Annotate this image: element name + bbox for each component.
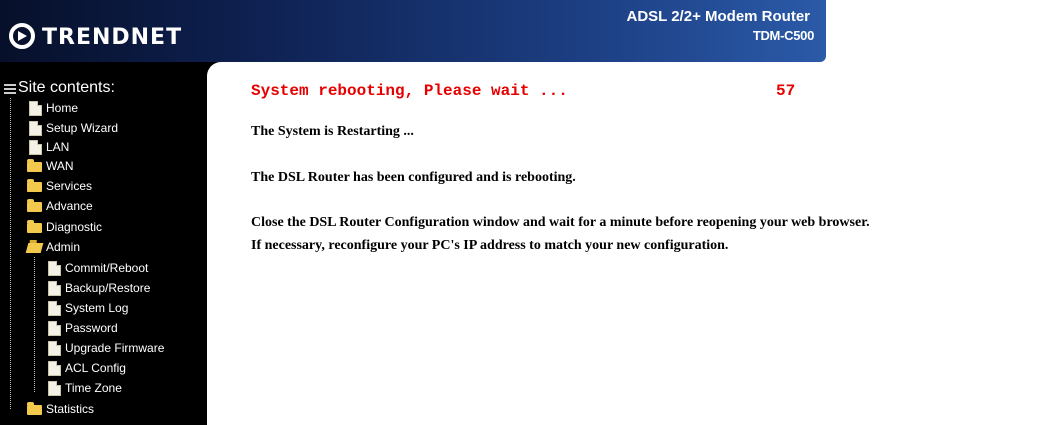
tree-line	[34, 257, 35, 392]
sidebar-item-admin[interactable]: Admin	[25, 237, 81, 257]
sidebar-item-label: Time Zone	[65, 381, 122, 395]
sidebar-item-acl-config[interactable]: ACL Config	[46, 358, 126, 378]
sidebar-item-upgrade-firmware[interactable]: Upgrade Firmware	[46, 338, 164, 358]
sidebar-title: Site contents:	[18, 79, 115, 96]
sidebar-item-setup-wizard[interactable]: Setup Wizard	[27, 118, 118, 138]
sidebar-item-label: Statistics	[46, 402, 95, 416]
main-content: System rebooting, Please wait ... 57 The…	[221, 66, 1051, 425]
document-icon	[46, 381, 62, 396]
sidebar-item-statistics[interactable]: Statistics	[27, 399, 94, 419]
sidebar-item-label: Diagnostic	[46, 220, 103, 234]
sidebar-item-label: LAN	[46, 140, 70, 154]
product-line: ADSL 2/2+ Modem Router	[626, 8, 810, 25]
sidebar-item-label: Advance	[46, 199, 93, 213]
tree-line	[10, 98, 11, 409]
sidebar-item-label: Backup/Restore	[65, 281, 151, 295]
sidebar-item-wan[interactable]: WAN	[27, 156, 74, 176]
document-icon	[46, 321, 62, 336]
reconfigure-ip-message: If necessary, reconfigure your PC's IP a…	[251, 238, 729, 253]
folder-open-icon	[25, 240, 44, 254]
document-icon	[46, 361, 62, 376]
header: TRENDNET ADSL 2/2+ Modem Router TDM-C500	[0, 0, 1051, 66]
sidebar-item-backup-restore[interactable]: Backup/Restore	[46, 278, 150, 298]
sidebar-item-services[interactable]: Services	[27, 176, 92, 196]
folder-icon	[27, 199, 43, 213]
sidebar-item-advance[interactable]: Advance	[27, 196, 93, 216]
logo-mark-icon	[9, 23, 35, 49]
sidebar-item-lan[interactable]: LAN	[27, 137, 69, 157]
sidebar-item-label: System Log	[65, 301, 129, 315]
tree-root-icon	[4, 84, 16, 94]
sidebar-item-label: Upgrade Firmware	[65, 341, 165, 355]
sidebar-corner	[207, 62, 221, 76]
sidebar-item-label: Password	[65, 321, 118, 335]
document-icon	[27, 140, 43, 155]
logo-text: TRENDNET	[42, 25, 183, 50]
folder-icon	[27, 159, 43, 173]
document-icon	[46, 261, 62, 276]
reboot-status: System rebooting, Please wait ...	[251, 82, 568, 100]
sidebar-item-label: Home	[46, 101, 79, 115]
document-icon	[46, 341, 62, 356]
header-banner: TRENDNET ADSL 2/2+ Modem Router TDM-C500	[0, 0, 826, 62]
sidebar-item-label: Admin	[46, 240, 81, 254]
close-window-message: Close the DSL Router Configuration windo…	[251, 215, 870, 230]
sidebar-item-label: Setup Wizard	[46, 121, 119, 135]
document-icon	[27, 101, 43, 116]
sidebar-item-diagnostic[interactable]: Diagnostic	[27, 217, 102, 237]
sidebar-item-label: Services	[46, 179, 93, 193]
configured-message: The DSL Router has been configured and i…	[251, 170, 576, 185]
restart-message: The System is Restarting ...	[251, 124, 414, 139]
sidebar-item-label: ACL Config	[65, 361, 126, 375]
document-icon	[27, 121, 43, 136]
sidebar-item-label: WAN	[46, 159, 74, 173]
document-icon	[46, 281, 62, 296]
sidebar-item-label: Commit/Reboot	[65, 261, 149, 275]
folder-icon	[27, 179, 43, 193]
model-name: TDM-C500	[752, 28, 814, 43]
sidebar-item-password[interactable]: Password	[46, 318, 118, 338]
sidebar-item-home[interactable]: Home	[27, 98, 78, 118]
reboot-countdown: 57	[776, 82, 796, 100]
sidebar-item-system-log[interactable]: System Log	[46, 298, 128, 318]
sidebar-item-time-zone[interactable]: Time Zone	[46, 378, 122, 398]
sidebar: Site contents: Home Setup Wizard LAN WAN…	[0, 62, 207, 425]
document-icon	[46, 301, 62, 316]
folder-icon	[27, 402, 43, 416]
sidebar-item-commit-reboot[interactable]: Commit/Reboot	[46, 258, 148, 278]
folder-icon	[27, 220, 43, 234]
